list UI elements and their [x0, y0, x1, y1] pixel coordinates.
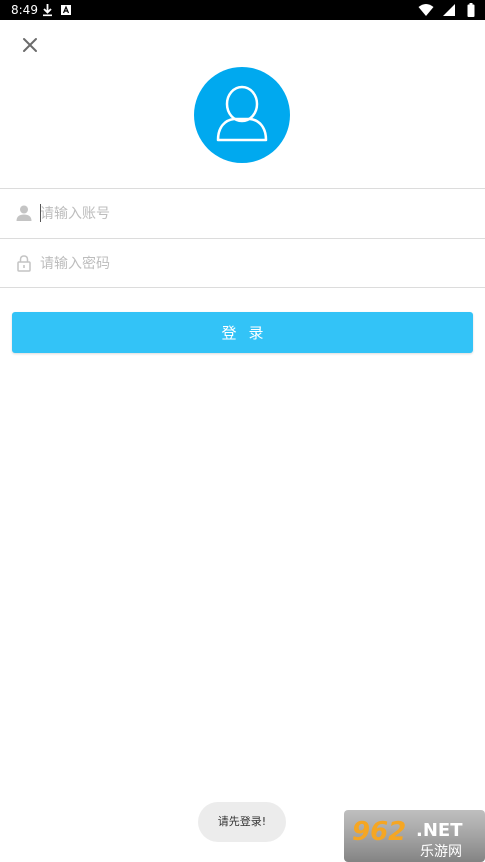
avatar	[194, 67, 290, 163]
svg-text:.NET: .NET	[416, 820, 463, 841]
close-icon	[23, 38, 37, 52]
status-time: 8:49	[11, 3, 38, 17]
svg-text:962: 962	[352, 817, 406, 847]
password-field[interactable]	[0, 239, 485, 288]
download-icon	[43, 4, 52, 17]
status-bar: 8:49	[0, 0, 485, 20]
watermark-logo: 962 .NET 乐游网	[344, 810, 485, 862]
account-field[interactable]	[0, 189, 485, 238]
lock-icon	[17, 255, 31, 272]
svg-text:乐游网: 乐游网	[420, 844, 462, 860]
a-notification-icon	[61, 5, 71, 15]
login-button[interactable]: 登录	[12, 312, 473, 353]
battery-icon	[467, 3, 475, 17]
wifi-icon	[418, 4, 434, 16]
account-input[interactable]	[40, 189, 460, 238]
status-icons	[418, 3, 475, 17]
user-avatar-icon	[216, 85, 268, 142]
signal-icon	[442, 4, 455, 16]
person-icon	[16, 205, 32, 221]
toast-message: 请先登录!	[198, 802, 286, 842]
close-button[interactable]	[18, 33, 42, 57]
text-cursor	[40, 204, 41, 222]
password-input[interactable]	[40, 239, 460, 288]
